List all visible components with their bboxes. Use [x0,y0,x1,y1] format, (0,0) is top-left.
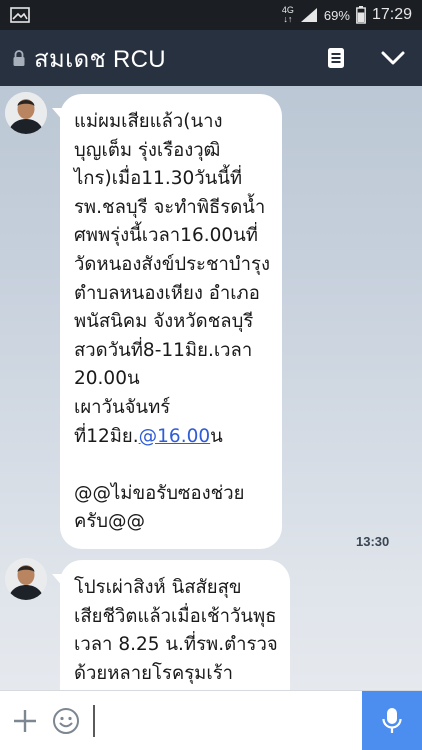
message-bubble[interactable]: โปรเผ่าสิงห์ นิสสัยสุข เสียชีวิตแล้วเมื่… [60,560,290,690]
battery-icon [356,6,366,24]
message-line: สวดวันที่8-11มิย.เวลา [74,339,253,361]
status-time: 17:29 [371,6,412,23]
message-line: บุญเต็ม รุ่งเรืองวุฒิ [74,139,221,161]
chevron-down-icon[interactable] [378,46,408,70]
message-text: น [210,425,223,447]
chat-title: สมเดช RCU [34,45,166,73]
avatar[interactable] [5,92,47,134]
message-line: วัดหนองสังข์ประชาบำรุง [74,253,271,275]
message-line: แม่ผมเสียแล้ว(นาง [74,111,223,132]
message-input-bar [0,690,422,750]
notes-icon[interactable] [322,44,350,72]
voice-button[interactable] [362,691,422,750]
message-line-with-link: ที่12มิย.@16.00น [74,423,270,452]
emoji-icon[interactable] [52,707,80,735]
message-line: เสียชีวิตแล้วเมื่อเช้าวันพุธ [74,605,277,627]
message-link[interactable]: @16.00 [139,426,210,447]
microphone-icon [382,708,402,733]
message-text: ที่12มิย. [74,425,139,447]
message-input[interactable] [100,705,350,737]
message-line: ไกร)เมื่อ11.30วันนี้ที่ [74,168,243,190]
message-line: ด้วยหลายโรครุมเร้า [74,662,234,684]
plus-icon[interactable] [12,708,38,734]
chat-area[interactable]: แม่ผมเสียแล้ว(นาง บุญเต็ม รุ่งเรืองวุฒิ … [0,86,422,690]
lock-icon [13,50,25,66]
message-line: พนัสนิคม จังหวัดชลบุรี [74,311,254,333]
message-line: 20.00น [74,368,140,390]
signal-icon [300,8,317,22]
text-cursor [93,705,95,737]
message-line: ศพพรุ่งนี้เวลา16.00นที่ [74,225,258,247]
message-timestamp: 13:30 [356,534,390,549]
message-line: ตำบลหนองเหียง อำเภอ [74,282,260,304]
message-line: โปรเผ่าสิงห์ นิสสัยสุข [74,577,242,598]
message-line: รพ.ชลบุรี จะทำพิธีรดน้ำ [74,196,266,218]
message-line: ครับ@@ [74,511,146,533]
battery-percent: 69% [323,7,350,23]
message-bubble[interactable]: แม่ผมเสียแล้ว(นาง บุญเต็ม รุ่งเรืองวุฒิ … [60,94,283,549]
chat-header: สมเดช RCU [0,30,422,86]
network-type: 4G ↓↑ [281,5,294,24]
message-line: เผาวันจันทร์ [74,396,171,418]
avatar[interactable] [5,558,47,600]
status-bar: 4G ↓↑ 69% 17:29 [0,0,422,30]
gallery-icon [10,7,30,23]
message-line: เวลา 8.25 น.ที่รพ.ตำรวจ [74,634,278,656]
message-line: @@ไม่ขอรับซองช่วย [74,482,245,504]
